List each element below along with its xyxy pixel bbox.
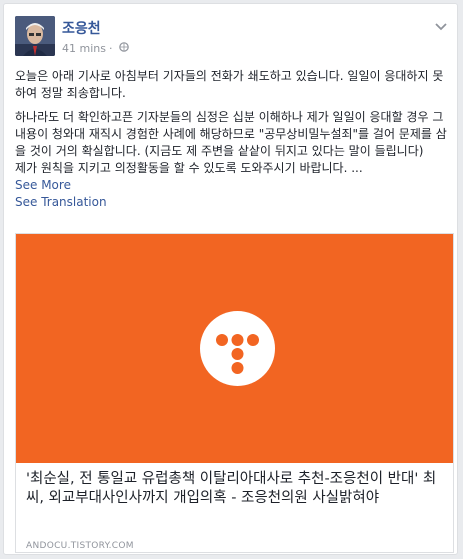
avatar[interactable] [15,16,55,56]
post-body: 오늘은 아래 기사로 아침부터 기자들의 전화가 쇄도하고 있습니다. 일일이 … [15,68,451,211]
link-preview-image[interactable] [16,234,453,463]
globe-icon [115,42,129,55]
tistory-logo-icon [200,311,275,386]
post-paragraph: 하나라도 더 확인하고픈 기자분들의 심정은 십분 이해하나 제가 일일이 응대… [15,110,447,175]
post-card: 조응천 41 mins · 오늘은 아래 기사로 아침부터 기자들의 전화가 쇄도… [3,3,458,555]
link-preview[interactable]: '최순실, 전 통일교 유럽총책 이탈리아대사로 추천-조응천이 반대' 최씨,… [15,233,454,553]
author-name[interactable]: 조응천 [62,18,101,38]
link-preview-domain: ANDOCU.TISTORY.COM [26,541,134,551]
see-translation-link[interactable]: See Translation [15,194,451,211]
see-more-link[interactable]: See More [15,177,451,194]
post-time[interactable]: 41 mins [62,42,106,55]
chevron-down-icon[interactable] [435,20,447,34]
post-paragraph: 오늘은 아래 기사로 아침부터 기자들의 전화가 쇄도하고 있습니다. 일일이 … [15,69,444,100]
post-meta: 41 mins · [62,42,129,55]
link-preview-title[interactable]: '최순실, 전 통일교 유럽총책 이탈리아대사로 추천-조응천이 반대' 최씨,… [26,470,446,508]
